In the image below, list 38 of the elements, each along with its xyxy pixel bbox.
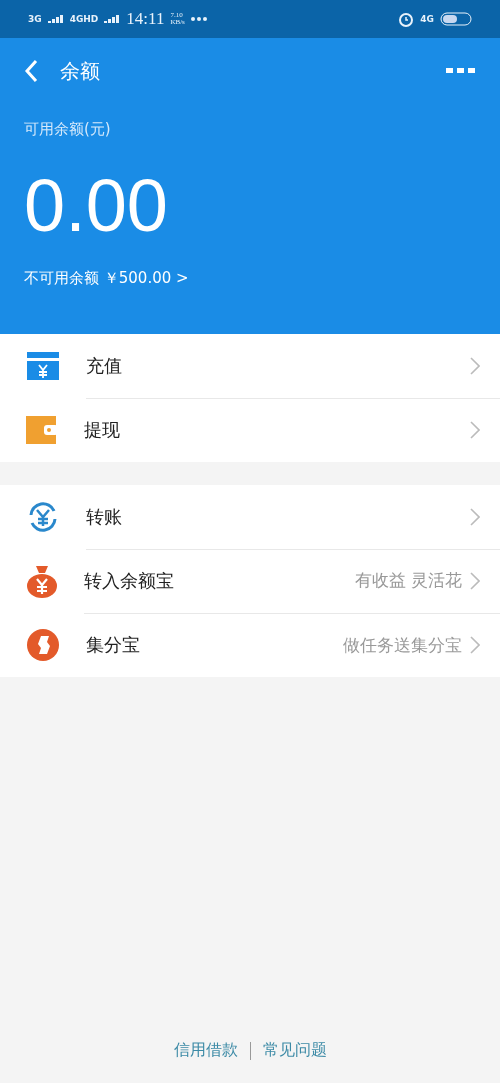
menu-label: 转账 — [86, 504, 123, 529]
menu-item[interactable]: 转账 — [0, 485, 500, 549]
battery-icon — [440, 12, 472, 26]
chevron-right-icon — [470, 636, 480, 654]
wallet-card-icon — [26, 351, 60, 381]
footer-link[interactable]: 信用借款 — [173, 1040, 238, 1061]
network-label: 4G — [420, 14, 434, 24]
money-bag-icon — [26, 564, 58, 598]
menu-item[interactable]: 充值 — [0, 334, 500, 398]
menu-note: 做任务送集分宝 — [343, 633, 462, 657]
available-balance-label: 可用余额(元) — [24, 120, 112, 139]
points-icon — [26, 628, 60, 662]
menu-item[interactable]: 集分宝 做任务送集分宝 — [0, 613, 500, 677]
chevron-right-icon — [470, 571, 480, 590]
signal-icon — [104, 14, 121, 24]
menu-item[interactable]: 转入余额宝 有收益 灵活花 — [0, 549, 500, 613]
back-icon[interactable] — [24, 59, 38, 83]
chevron-right-icon — [470, 421, 480, 439]
menu-label: 充值 — [86, 353, 123, 378]
balance-amount: 0.00 — [24, 169, 170, 243]
more-icon[interactable] — [446, 68, 476, 74]
page-title: 余额 — [60, 57, 100, 85]
wallet-icon — [26, 416, 58, 444]
footer-link[interactable]: 常见问题 — [262, 1040, 327, 1061]
unavailable-balance-link[interactable]: 不可用余额 ￥500.00 > — [24, 269, 476, 288]
menu-label: 转入余额宝 — [84, 568, 175, 593]
chevron-right-icon — [470, 356, 480, 375]
menu-label: 集分宝 — [86, 633, 141, 657]
clock-time: 14:11 — [126, 9, 165, 29]
alarm-icon — [398, 11, 415, 27]
network-label: 4GHD — [69, 14, 99, 24]
more-icon — [190, 17, 207, 21]
menu-note: 有收益 灵活花 — [354, 569, 462, 592]
menu-label: 提现 — [84, 418, 121, 442]
chevron-right-icon — [470, 507, 480, 526]
network-label: 3G — [28, 14, 42, 24]
menu-item[interactable]: 提现 — [0, 398, 500, 462]
signal-icon — [47, 14, 64, 24]
